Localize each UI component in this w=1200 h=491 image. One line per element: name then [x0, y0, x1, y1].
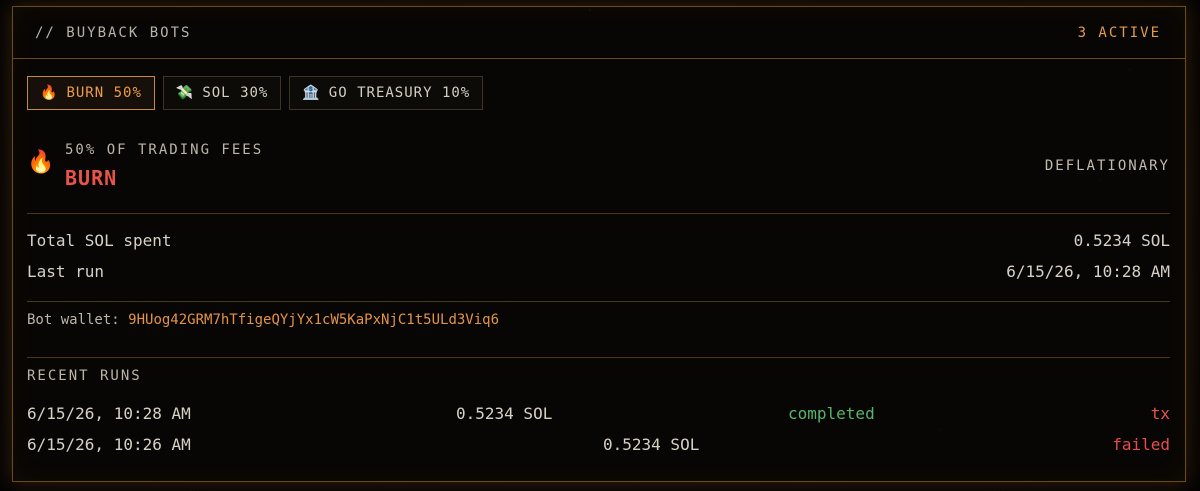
- bot-summary: 🔥 50% OF TRADING FEES BURN DEFLATIONARY: [27, 136, 1170, 208]
- tab-percent: 50%: [113, 85, 142, 101]
- bot-wallet-label: Bot wallet:: [27, 312, 120, 328]
- run-row: 6/15/26, 10:28 AM 0.5234 SOL completed t…: [27, 404, 1170, 426]
- bot-name: BURN: [65, 166, 118, 190]
- run-amount: 0.5234 SOL: [603, 435, 700, 454]
- tab-go-treasury[interactable]: 🏦 GO TREASURY 10%: [289, 76, 484, 110]
- bot-wallet-address[interactable]: 9HUog42GRM7hTfigeQYjYx1cW5KaPxNjC1t5ULd3…: [128, 312, 499, 328]
- panel-title: // BUYBACK BOTS: [35, 24, 192, 41]
- fire-icon: 🔥: [40, 85, 59, 101]
- bot-type-label: DEFLATIONARY: [1044, 158, 1170, 174]
- last-run-value: 6/15/26, 10:28 AM: [1006, 262, 1170, 281]
- tab-label: BURN: [66, 85, 105, 101]
- tab-sol[interactable]: 💸 SOL 30%: [162, 76, 282, 110]
- total-sol-value: 0.5234 SOL: [1073, 231, 1170, 250]
- run-date: 6/15/26, 10:26 AM: [27, 435, 191, 454]
- panel-header: // BUYBACK BOTS 3 ACTIVE: [13, 7, 1185, 59]
- divider: [27, 301, 1170, 302]
- total-sol-row: Total SOL spent 0.5234 SOL: [27, 231, 1170, 250]
- tab-percent: 30%: [240, 85, 269, 101]
- tab-percent: 10%: [441, 85, 471, 101]
- run-date: 6/15/26, 10:28 AM: [27, 404, 191, 423]
- recent-runs-title: RECENT RUNS: [27, 368, 142, 384]
- divider: [27, 213, 1170, 214]
- tab-label: GO TREASURY: [328, 85, 433, 101]
- bank-icon: 🏦: [302, 85, 321, 101]
- active-count-badge: 3 ACTIVE: [1077, 24, 1161, 41]
- divider: [27, 357, 1170, 358]
- run-amount: 0.5234 SOL: [456, 404, 553, 423]
- last-run-label: Last run: [27, 262, 105, 281]
- bot-tabs: 🔥 BURN 50% 💸 SOL 30% 🏦 GO TREASURY 10%: [27, 76, 484, 110]
- money-wings-icon: 💸: [175, 85, 195, 101]
- tab-label: SOL: [202, 85, 231, 101]
- fire-icon: 🔥: [27, 150, 55, 175]
- run-status: completed: [788, 404, 875, 423]
- run-status: failed: [1112, 435, 1170, 454]
- total-sol-label: Total SOL spent: [27, 231, 172, 250]
- run-row: 6/15/26, 10:26 AM 0.5234 SOL failed: [27, 435, 1170, 457]
- bot-subtitle: 50% OF TRADING FEES: [65, 142, 264, 158]
- run-tx-link[interactable]: tx: [1151, 404, 1170, 423]
- last-run-row: Last run 6/15/26, 10:28 AM: [27, 262, 1170, 281]
- tab-burn[interactable]: 🔥 BURN 50%: [27, 76, 155, 110]
- bot-wallet: Bot wallet: 9HUog42GRM7hTfigeQYjYx1cW5Ka…: [27, 312, 499, 328]
